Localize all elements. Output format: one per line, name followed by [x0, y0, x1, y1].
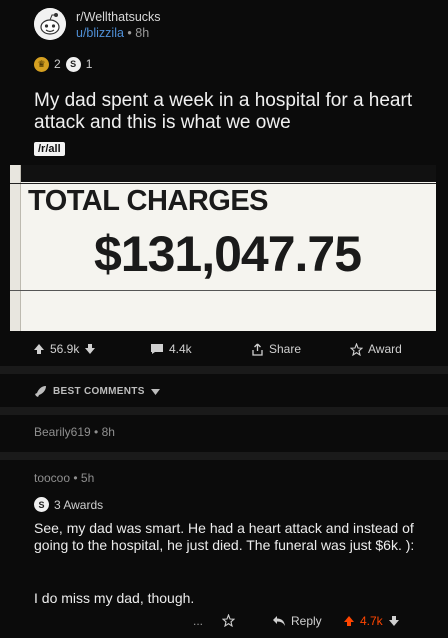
reply-label: Reply — [291, 614, 322, 628]
comment-vote-group: 4.7k — [343, 614, 400, 628]
gold-award-icon: ♛ — [34, 56, 49, 72]
image-top-edge — [10, 165, 436, 182]
comment-action-bar: ... Reply 4.7k — [0, 612, 448, 632]
share-button[interactable]: Share — [251, 342, 301, 356]
upvote-icon[interactable] — [33, 343, 45, 355]
reply-icon — [273, 616, 285, 626]
award-button[interactable]: Award — [350, 342, 402, 356]
snoo-icon — [34, 8, 66, 40]
downvote-icon[interactable] — [388, 615, 400, 627]
chevron-down-icon — [150, 388, 160, 395]
image-label: TOTAL CHARGES — [28, 185, 269, 217]
post-time: 8h — [135, 26, 150, 40]
comment-meta: toocoo • 5h — [34, 471, 94, 485]
subreddit-avatar[interactable] — [34, 8, 66, 40]
time-separator: • — [94, 425, 99, 439]
award-icon — [350, 342, 363, 356]
share-icon — [252, 343, 263, 356]
comment-author[interactable]: Bearily619 — [34, 425, 91, 439]
post-action-bar: 56.9k 4.4k Share Award — [0, 338, 448, 362]
post-awards[interactable]: ♛ 2 S 1 — [34, 55, 92, 73]
comment-text-2: I do miss my dad, though. — [34, 590, 195, 606]
username[interactable]: u/blizzila — [76, 26, 124, 40]
comment-time: 5h — [80, 471, 95, 485]
give-award-button[interactable] — [222, 614, 235, 627]
downvote-icon[interactable] — [84, 343, 96, 355]
silver-award-count: 1 — [85, 57, 93, 71]
silver-award-icon: S — [65, 56, 81, 72]
gold-award-count: 2 — [54, 57, 61, 71]
comment-awards-label: 3 Awards — [54, 497, 104, 512]
time-separator: • — [73, 471, 78, 485]
divider — [0, 452, 448, 460]
comment-icon — [151, 344, 163, 354]
rocket-icon — [35, 386, 46, 397]
image-rule-bottom — [10, 290, 436, 291]
silver-award-icon: S — [34, 497, 49, 512]
sort-label: BEST COMMENTS — [53, 386, 145, 397]
post-image[interactable]: TOTAL CHARGES $131,047.75 — [10, 165, 436, 331]
image-rule-top — [10, 183, 436, 184]
upvote-count: 56.9k — [50, 342, 80, 356]
collapsed-comment[interactable]: Bearily619 • 8h — [34, 425, 115, 439]
reply-button[interactable]: Reply — [272, 614, 322, 628]
comments-button[interactable]: 4.4k — [150, 342, 192, 356]
sort-comments-dropdown[interactable]: BEST COMMENTS — [34, 385, 160, 398]
divider — [0, 366, 448, 374]
comment-awards[interactable]: S 3 Awards — [34, 497, 103, 512]
image-amount: $131,047.75 — [94, 226, 362, 282]
divider — [0, 407, 448, 415]
crosspost-tag[interactable]: /r/all — [34, 142, 65, 156]
time-separator: • — [127, 26, 132, 40]
upvote-icon[interactable] — [343, 615, 355, 627]
more-options-button[interactable]: ... — [193, 614, 203, 628]
post-title[interactable]: My dad spent a week in a hospital for a … — [34, 90, 434, 134]
comment-count: 4.4k — [169, 342, 192, 356]
post-meta: u/blizzila • 8h — [76, 26, 149, 40]
more-icon: ... — [193, 614, 204, 628]
image-left-edge — [10, 165, 21, 331]
comment-time: 8h — [101, 425, 115, 439]
comment-vote-count: 4.7k — [360, 614, 383, 628]
award-icon — [222, 614, 235, 627]
comment-text: See, my dad was smart. He had a heart at… — [34, 520, 415, 553]
subreddit-name[interactable]: r/Wellthatsucks — [76, 10, 161, 24]
share-label: Share — [269, 342, 302, 356]
comment-author[interactable]: toocoo — [34, 471, 70, 485]
award-label: Award — [368, 342, 402, 356]
vote-group: 56.9k — [33, 342, 96, 356]
